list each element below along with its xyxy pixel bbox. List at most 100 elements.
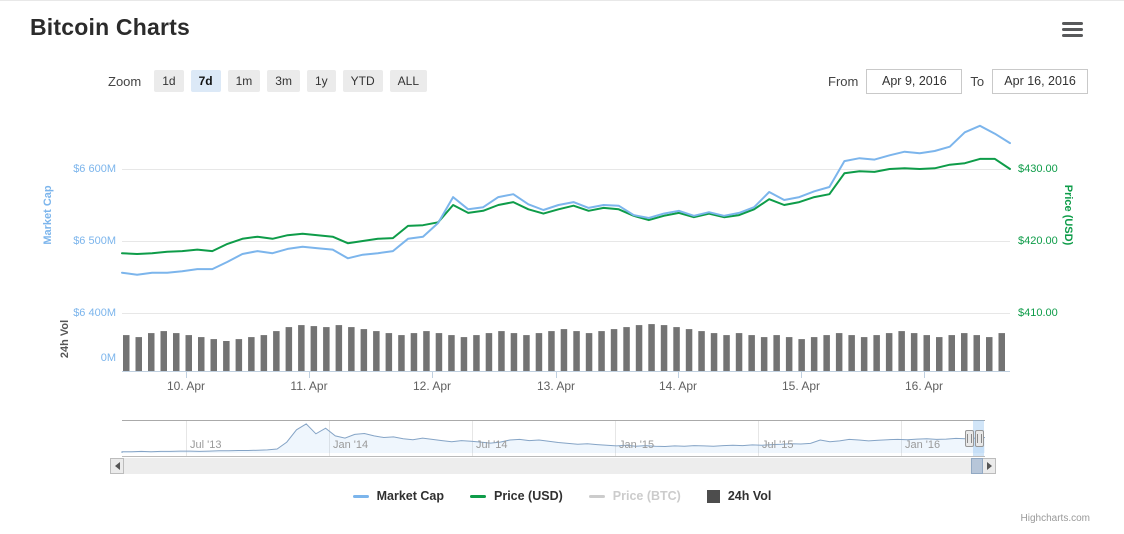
x-axis-label-16apr: 16. Apr: [892, 379, 956, 393]
volume-bar: [123, 335, 130, 371]
volume-bar: [573, 331, 580, 371]
volume-bar: [248, 337, 255, 371]
volume-bar: [148, 333, 155, 371]
legend-item-market-cap[interactable]: Market Cap: [353, 489, 444, 503]
navigator-series-line: [122, 424, 985, 453]
from-label: From: [828, 74, 858, 89]
price-usd-series-line: [122, 159, 1010, 254]
x-axis-label-11apr: 11. Apr: [277, 379, 341, 393]
volume-axis-tick-0m: 0M: [34, 352, 116, 364]
volume-bar: [136, 337, 143, 371]
volume-bar: [623, 327, 630, 371]
volume-bar: [361, 329, 368, 371]
volume-bar: [586, 333, 593, 371]
zoom-button-ytd[interactable]: YTD: [343, 70, 383, 92]
volume-bar: [886, 333, 893, 371]
volume-bar: [873, 335, 880, 371]
volume-bar: [698, 331, 705, 371]
zoom-button-1d[interactable]: 1d: [154, 70, 183, 92]
zoom-button-7d[interactable]: 7d: [191, 70, 221, 92]
right-axis-title: Price (USD): [1062, 175, 1074, 255]
volume-bar: [373, 331, 380, 371]
volume-bar: [411, 333, 418, 371]
volume-bar: [323, 327, 330, 371]
volume-bar: [161, 331, 168, 371]
volume-bar: [611, 329, 618, 371]
scrollbar-left-arrow-icon[interactable]: [110, 458, 124, 474]
volume-bar: [974, 335, 981, 371]
volume-bar: [748, 335, 755, 371]
volume-bar: [911, 333, 918, 371]
volume-bar: [786, 337, 793, 371]
volume-bar: [773, 335, 780, 371]
zoom-button-3m[interactable]: 3m: [267, 70, 300, 92]
volume-bar: [486, 333, 493, 371]
volume-bar: [198, 337, 205, 371]
x-axis-label-15apr: 15. Apr: [769, 379, 833, 393]
volume-bar: [761, 337, 768, 371]
volume-bar: [848, 335, 855, 371]
legend-item-24h-vol[interactable]: 24h Vol: [707, 489, 772, 503]
volume-bar: [961, 333, 968, 371]
volume-bar: [949, 335, 956, 371]
volume-bar: [186, 335, 193, 371]
volume-bar: [298, 325, 305, 371]
legend-label: Price (BTC): [613, 489, 681, 503]
volume-bar: [836, 333, 843, 371]
volume-bar: [211, 339, 218, 371]
price-usd-line-swatch-icon: [470, 495, 486, 498]
volume-bar: [648, 324, 655, 371]
volume-bar: [273, 331, 280, 371]
right-axis-tick-420: $420.00: [1018, 235, 1058, 247]
to-date-input[interactable]: [992, 69, 1088, 94]
chart-legend: Market Cap Price (USD) Price (BTC) 24h V…: [0, 489, 1124, 503]
zoom-button-all[interactable]: ALL: [390, 70, 427, 92]
volume-bar: [561, 329, 568, 371]
volume-bar: [736, 333, 743, 371]
legend-item-price-btc[interactable]: Price (BTC): [589, 489, 681, 503]
scrollbar-right-arrow-icon[interactable]: [982, 458, 996, 474]
volume-bar: [261, 335, 268, 371]
right-axis-tick-430: $430.00: [1018, 163, 1058, 175]
volume-bar: [661, 325, 668, 371]
right-axis-tick-410: $410.00: [1018, 307, 1058, 319]
volume-bar: [898, 331, 905, 371]
volume-square-swatch-icon: [707, 490, 720, 503]
volume-bar: [386, 333, 393, 371]
volume-bar: [823, 335, 830, 371]
navigator-label-jul14: Jul '14: [476, 439, 507, 451]
volume-bar: [523, 335, 530, 371]
volume-bar: [999, 333, 1006, 371]
market-cap-line-swatch-icon: [353, 495, 369, 498]
volume-bar: [398, 335, 405, 371]
volume-bar: [924, 335, 931, 371]
from-date-input[interactable]: [866, 69, 962, 94]
navigator-right-handle[interactable]: [975, 430, 984, 447]
x-axis-label-10apr: 10. Apr: [154, 379, 218, 393]
volume-bar: [348, 327, 355, 371]
left-axis-tick-6400: $6 400M: [34, 307, 116, 319]
price-btc-line-swatch-icon: [589, 495, 605, 498]
volume-bar: [986, 337, 993, 371]
volume-bar: [636, 325, 643, 371]
volume-bar: [436, 333, 443, 371]
legend-item-price-usd[interactable]: Price (USD): [470, 489, 563, 503]
volume-bar: [548, 331, 555, 371]
scrollbar-track[interactable]: [124, 458, 982, 474]
volume-bar: [511, 333, 518, 371]
zoom-button-1m[interactable]: 1m: [228, 70, 261, 92]
volume-bar: [811, 337, 818, 371]
navigator-label-jan16: Jan '16: [905, 439, 940, 451]
scrollbar-thumb[interactable]: [971, 458, 983, 474]
volume-bar: [723, 335, 730, 371]
volume-bar: [236, 339, 243, 371]
zoom-button-1y[interactable]: 1y: [307, 70, 336, 92]
highcharts-credit[interactable]: Highcharts.com: [955, 513, 1090, 524]
volume-bar: [498, 331, 505, 371]
x-axis-label-14apr: 14. Apr: [646, 379, 710, 393]
hamburger-menu-icon[interactable]: [1062, 22, 1083, 37]
navigator-left-handle[interactable]: [965, 430, 974, 447]
navigator-label-jul13: Jul '13: [190, 439, 221, 451]
volume-bar: [336, 325, 343, 371]
volume-bar: [461, 337, 468, 371]
